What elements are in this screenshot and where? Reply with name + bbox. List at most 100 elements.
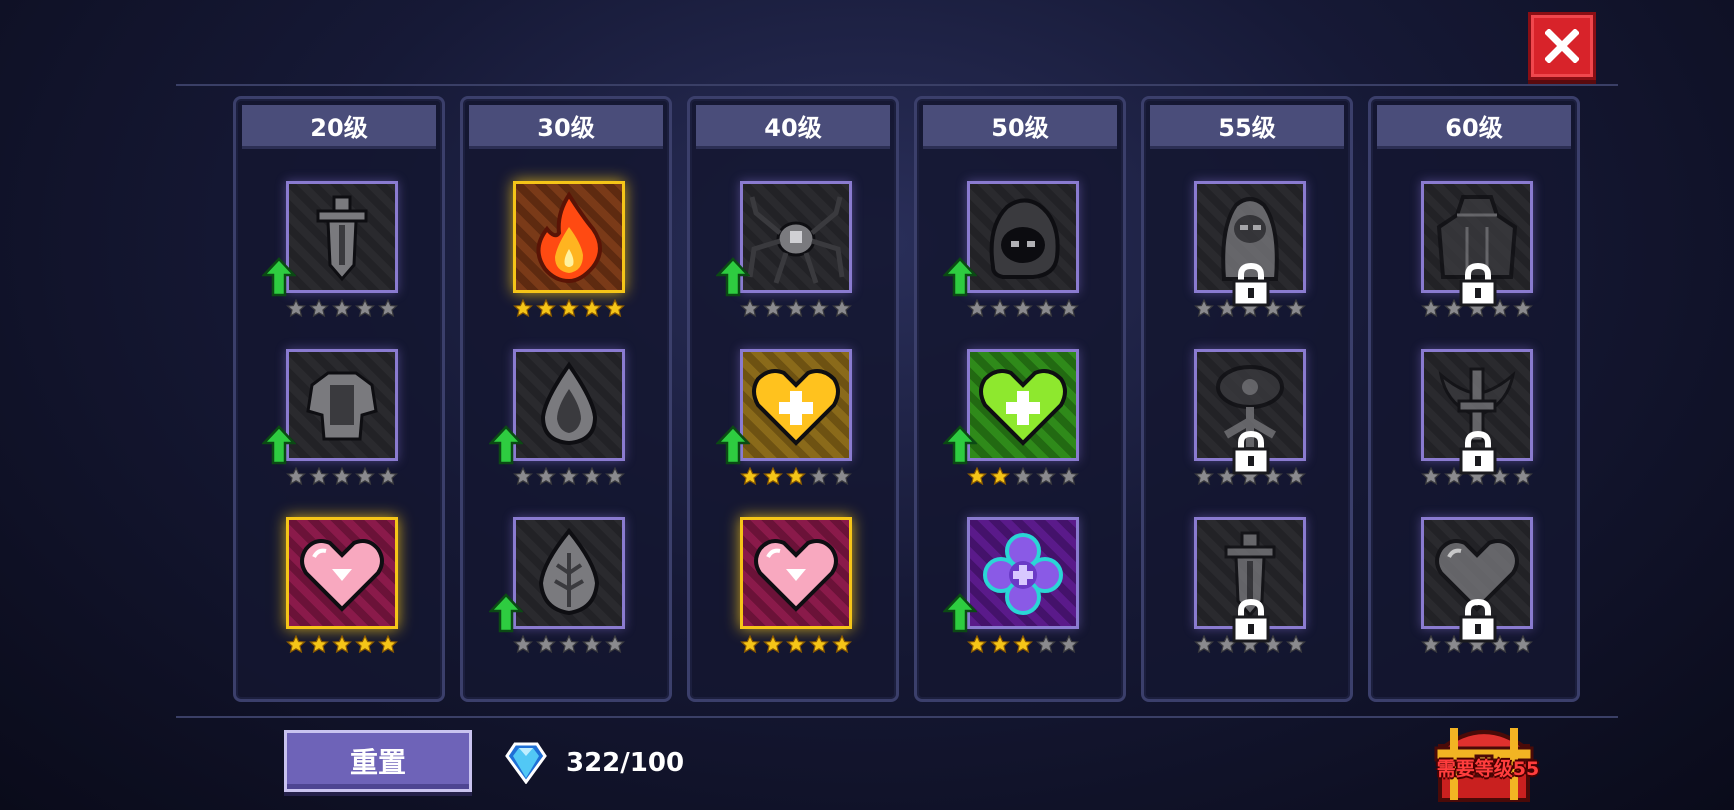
reset-button[interactable]: 重置 [284, 730, 472, 792]
star-empty-icon [1036, 635, 1056, 653]
talent-rank-stars [740, 635, 852, 653]
star-empty-icon [559, 467, 579, 485]
talent-slot[interactable] [1188, 181, 1312, 331]
drop-icon [540, 361, 598, 446]
talent-slot[interactable] [280, 517, 404, 667]
talent-slot[interactable] [262, 349, 404, 499]
talent-slot[interactable] [716, 349, 858, 499]
talent-slot[interactable] [1415, 349, 1539, 499]
talent-slot[interactable] [489, 349, 631, 499]
talent-slot[interactable] [489, 517, 631, 667]
star-empty-icon [309, 299, 329, 317]
upgrade-arrow-icon [262, 425, 296, 465]
talent-slot-frame[interactable] [513, 181, 625, 293]
talent-slot[interactable] [1188, 349, 1312, 499]
star-empty-icon [1059, 635, 1079, 653]
talent-rank-stars [513, 635, 625, 653]
pink-heart-icon [754, 539, 838, 612]
talent-slot[interactable] [1188, 517, 1312, 667]
star-filled-icon [378, 635, 398, 653]
talent-slot-frame[interactable] [740, 349, 852, 461]
star-empty-icon [809, 467, 829, 485]
talent-slot[interactable] [734, 517, 858, 667]
talent-slot-frame[interactable] [740, 181, 852, 293]
star-filled-icon [786, 635, 806, 653]
star-empty-icon [1513, 299, 1533, 317]
star-empty-icon [1059, 467, 1079, 485]
talent-slot-frame[interactable] [967, 517, 1079, 629]
talent-rank-stars [286, 467, 398, 485]
gold-heart-plus-icon [752, 369, 840, 446]
talent-slot-frame[interactable] [513, 517, 625, 629]
star-filled-icon [786, 467, 806, 485]
star-filled-icon [740, 635, 760, 653]
talent-rank-stars [286, 299, 398, 317]
talent-slot[interactable] [943, 181, 1085, 331]
talent-rank-stars [286, 635, 398, 653]
talent-slot[interactable] [262, 181, 404, 331]
talent-slot-frame[interactable] [513, 349, 625, 461]
talent-rank-stars [967, 635, 1079, 653]
star-filled-icon [763, 467, 783, 485]
star-empty-icon [990, 299, 1010, 317]
talent-slot[interactable] [507, 181, 631, 331]
talent-slot[interactable] [716, 181, 858, 331]
talent-panel: 20级 30级 40级 50级 55级 60级 重置 322/100 需要等级55 [0, 0, 1734, 810]
talent-rank-stars [967, 299, 1079, 317]
talent-slot-frame[interactable] [286, 181, 398, 293]
sword-icon [316, 195, 368, 282]
star-filled-icon [832, 635, 852, 653]
talent-slot-frame[interactable] [286, 349, 398, 461]
upgrade-arrow-icon [716, 257, 750, 297]
star-empty-icon [332, 467, 352, 485]
star-empty-icon [1421, 635, 1441, 653]
talent-slot-frame[interactable] [740, 517, 852, 629]
talent-slot[interactable] [1415, 181, 1539, 331]
star-filled-icon [809, 635, 829, 653]
talent-rank-stars [967, 467, 1079, 485]
star-empty-icon [1421, 467, 1441, 485]
star-empty-icon [1513, 467, 1533, 485]
star-filled-icon [309, 635, 329, 653]
hooded-ghost-icon [989, 198, 1060, 279]
star-empty-icon [1286, 467, 1306, 485]
star-empty-icon [1286, 299, 1306, 317]
talent-rank-stars [740, 467, 852, 485]
talent-column: 40级 [687, 96, 899, 702]
star-filled-icon [559, 299, 579, 317]
star-empty-icon [832, 299, 852, 317]
star-filled-icon [763, 635, 783, 653]
upgrade-arrow-icon [262, 257, 296, 297]
star-empty-icon [1059, 299, 1079, 317]
star-empty-icon [1421, 299, 1441, 317]
spider-icon [747, 196, 845, 284]
star-filled-icon [967, 635, 987, 653]
talent-column: 50级 [914, 96, 1126, 702]
star-empty-icon [355, 299, 375, 317]
upgrade-arrow-icon [716, 425, 750, 465]
purple-clover-icon [983, 533, 1063, 615]
star-empty-icon [1036, 299, 1056, 317]
column-level-header: 50级 [923, 105, 1117, 149]
talent-slot-frame[interactable] [967, 349, 1079, 461]
talent-slot-frame[interactable] [967, 181, 1079, 293]
column-level-header: 30级 [469, 105, 663, 149]
top-divider [176, 84, 1618, 86]
talent-slot[interactable] [943, 349, 1085, 499]
talent-rank-stars [740, 299, 852, 317]
talent-slot[interactable] [943, 517, 1085, 667]
star-filled-icon [740, 467, 760, 485]
close-button[interactable] [1528, 12, 1596, 80]
lock-icon [1232, 263, 1270, 307]
pink-heart-icon [300, 539, 384, 612]
star-empty-icon [513, 635, 533, 653]
talent-slot[interactable] [1415, 517, 1539, 667]
column-level-header: 60级 [1377, 105, 1571, 149]
column-level-header: 40级 [696, 105, 890, 149]
star-empty-icon [1194, 299, 1214, 317]
star-empty-icon [1286, 635, 1306, 653]
talent-slot-frame[interactable] [286, 517, 398, 629]
star-filled-icon [582, 299, 602, 317]
lock-icon [1459, 263, 1497, 307]
star-empty-icon [809, 299, 829, 317]
